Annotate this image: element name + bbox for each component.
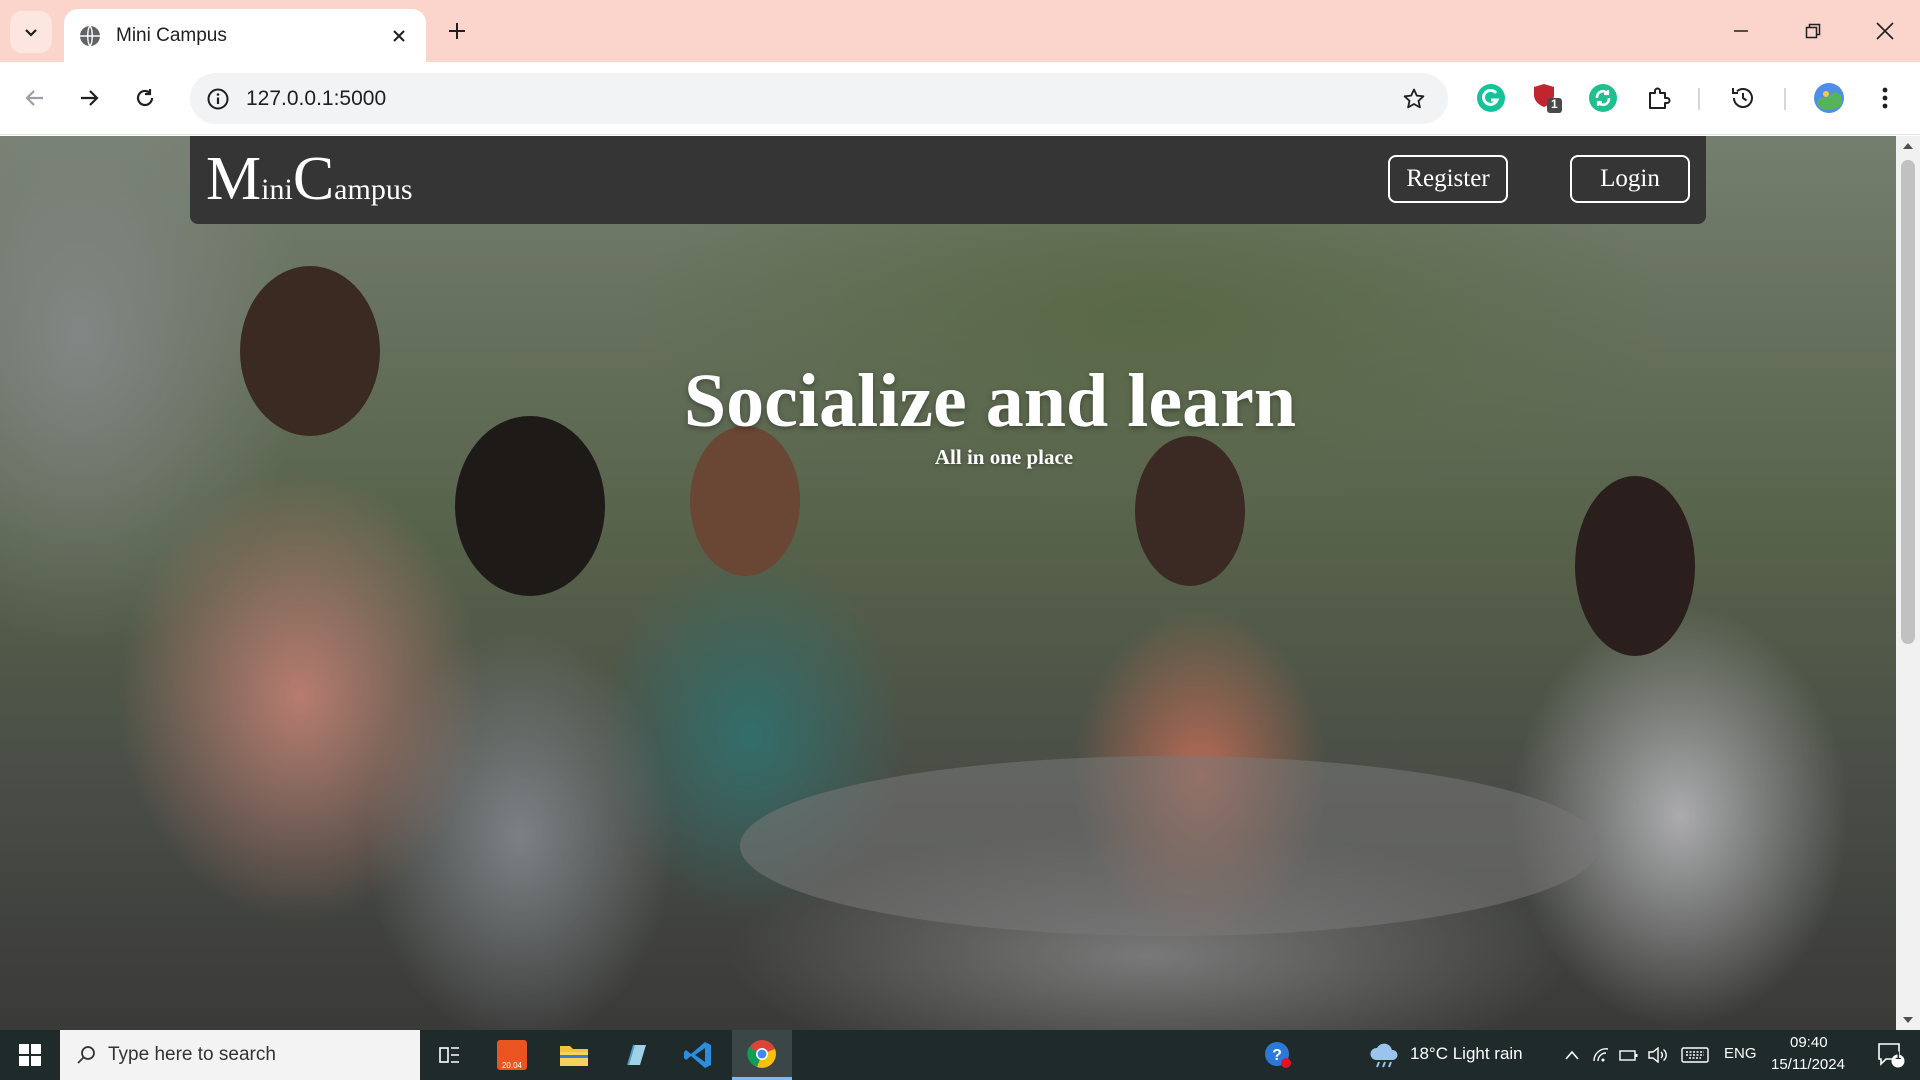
task-view-icon [439, 1047, 459, 1063]
scroll-up-arrow-icon[interactable] [1896, 136, 1920, 156]
site-logo[interactable]: MiniCampus [206, 144, 413, 214]
logo-letter-c: C [292, 145, 335, 213]
register-button[interactable]: Register [1388, 155, 1508, 203]
ubuntu-version-label: 20.04 [501, 1061, 523, 1070]
touch-keyboard-icon[interactable] [1678, 1030, 1712, 1080]
tab-search-button[interactable] [10, 11, 52, 53]
taskbar-search-box[interactable]: Type here to search [60, 1030, 420, 1080]
help-icon: ? [1265, 1042, 1291, 1068]
person-silhouette [1575, 476, 1695, 656]
arrow-right-icon [81, 90, 99, 106]
start-button[interactable] [0, 1030, 60, 1080]
browser-toolbar: 127.0.0.1:5000 1 [0, 62, 1920, 135]
browser-tab-strip: Mini Campus [0, 0, 1920, 62]
clock-date[interactable]: 15/11/2024 [1771, 1056, 1845, 1073]
arrow-left-icon [25, 90, 43, 106]
notes-app-icon [627, 1044, 646, 1066]
windows-taskbar: Type here to search 20.04 ? 18°C Light r… [0, 1030, 1920, 1080]
restore-icon [1805, 23, 1821, 39]
close-tab-icon[interactable] [386, 23, 412, 49]
address-bar[interactable]: 127.0.0.1:5000 [190, 73, 1448, 124]
weather-widget[interactable] [1364, 1030, 1404, 1080]
taskbar-app-file-explorer[interactable] [544, 1030, 604, 1080]
page-viewport: MiniCampus Register Login Socialize and … [0, 136, 1896, 1030]
help-tray-button[interactable]: ? [1248, 1030, 1308, 1080]
svg-text:?: ? [1272, 1047, 1282, 1064]
restore-button[interactable] [1778, 8, 1848, 54]
minimize-button[interactable] [1706, 8, 1776, 54]
language-indicator[interactable]: ENG [1724, 1045, 1757, 1062]
clock-time[interactable]: 09:40 [1790, 1034, 1828, 1051]
windows-logo-icon [19, 1044, 41, 1066]
taskbar-app-vscode[interactable] [668, 1030, 728, 1080]
hero-subtitle: All in one place [934, 445, 1074, 469]
profile-avatar[interactable] [1810, 79, 1848, 117]
sync-extension-icon[interactable] [1584, 79, 1622, 117]
logo-text-ampus: ampus [334, 173, 413, 206]
bookmark-star-icon[interactable] [1394, 79, 1434, 119]
notification-center-button[interactable]: 1 [1868, 1030, 1914, 1080]
chevron-up-icon [1565, 1050, 1579, 1060]
chrome-icon [747, 1039, 776, 1068]
reload-icon [136, 89, 154, 107]
page-scrollbar[interactable] [1896, 136, 1920, 1030]
ubuntu-icon: 20.04 [497, 1040, 527, 1070]
scroll-down-arrow-icon[interactable] [1896, 1010, 1920, 1030]
taskbar-app-notes[interactable] [606, 1030, 666, 1080]
url-text[interactable]: 127.0.0.1:5000 [246, 87, 1394, 111]
login-button[interactable]: Login [1570, 155, 1690, 203]
grammarly-extension-icon[interactable] [1472, 79, 1510, 117]
logo-letter-m: M [206, 145, 262, 213]
taskbar-app-chrome[interactable] [732, 1030, 792, 1080]
scrollbar-thumb[interactable] [1901, 160, 1915, 644]
toolbar-separator [1784, 88, 1786, 110]
search-icon [77, 1046, 95, 1064]
logo-text-ini: ini [261, 173, 293, 206]
shield-extension-icon[interactable]: 1 [1528, 79, 1566, 117]
site-info-icon[interactable] [202, 83, 234, 115]
extension-badge: 1 [1551, 97, 1558, 111]
reload-button[interactable] [124, 77, 166, 119]
cloud-rain-icon [1370, 1043, 1398, 1068]
tab-title: Mini Campus [116, 24, 227, 46]
close-icon [1876, 22, 1894, 40]
chevron-down-icon [25, 29, 37, 37]
weather-text[interactable]: 18°C Light rain [1410, 1044, 1523, 1064]
volume-icon[interactable] [1644, 1030, 1672, 1080]
back-button[interactable] [14, 77, 56, 119]
battery-icon[interactable] [1616, 1030, 1642, 1080]
vscode-icon [684, 1042, 711, 1068]
browser-tab[interactable]: Mini Campus [64, 9, 426, 62]
globe-icon [80, 25, 100, 46]
folder-icon [560, 1046, 588, 1066]
show-hidden-icons-button[interactable] [1558, 1030, 1586, 1080]
forward-button[interactable] [68, 77, 110, 119]
task-view-button[interactable] [420, 1030, 480, 1080]
hero-background-image [0, 136, 1896, 1030]
network-icon[interactable] [1588, 1030, 1614, 1080]
hero-title: Socialize and learn [683, 359, 1297, 443]
site-navbar: MiniCampus Register Login [190, 136, 1706, 224]
notification-count: 1 [1895, 1050, 1902, 1062]
history-icon[interactable] [1724, 79, 1762, 117]
extensions-puzzle-icon[interactable] [1640, 79, 1678, 117]
table-shape [740, 756, 1600, 936]
toolbar-separator [1698, 88, 1700, 110]
minimize-icon [1734, 30, 1748, 32]
taskbar-search-placeholder: Type here to search [108, 1044, 276, 1065]
taskbar-app-ubuntu[interactable]: 20.04 [482, 1030, 542, 1080]
new-tab-button[interactable] [440, 14, 474, 48]
close-window-button[interactable] [1850, 8, 1920, 54]
plus-icon [449, 23, 465, 39]
menu-kebab-icon[interactable] [1866, 79, 1904, 117]
